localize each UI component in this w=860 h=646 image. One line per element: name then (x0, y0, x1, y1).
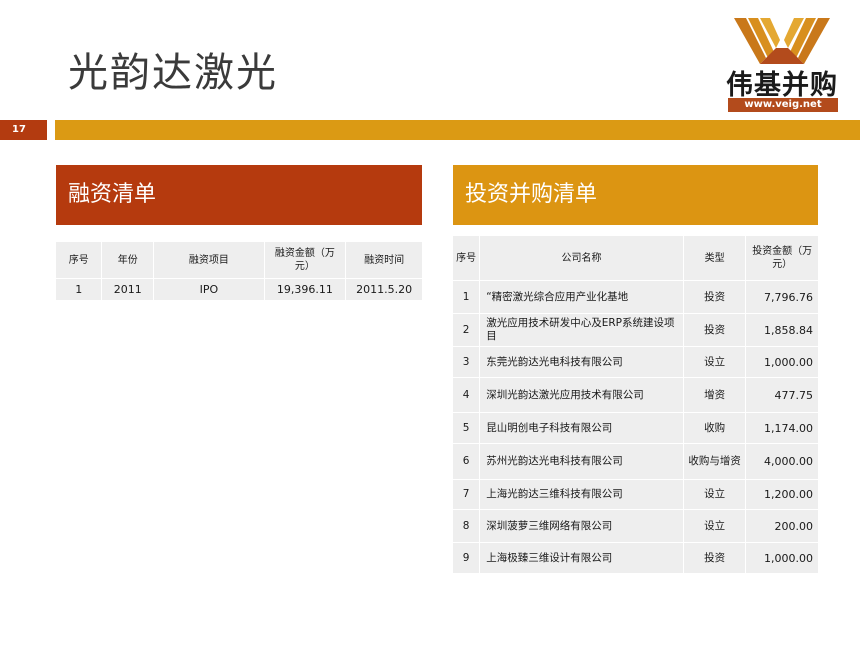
cell-index: 5 (451, 412, 481, 444)
logo-url-text: www.veig.net (728, 98, 838, 112)
cell-index: 1 (54, 278, 103, 301)
cell-amount: 1,200.00 (745, 479, 819, 510)
cell-index: 2 (451, 313, 481, 347)
table-row: 1 “精密激光综合应用产业化基地 投资 7,796.76 (451, 280, 819, 314)
cell-index: 3 (451, 346, 481, 378)
cell-date: 2011.5.20 (345, 278, 423, 301)
table-row: 4 深圳光韵达激光应用技术有限公司 增资 477.75 (451, 377, 819, 413)
cell-company: “精密激光综合应用产业化基地 (479, 280, 684, 314)
table-row: 2 激光应用技术研发中心及ERP系统建设项目 投资 1,858.84 (451, 313, 819, 347)
cell-type: 收购 (682, 412, 747, 444)
cell-type: 设立 (682, 479, 747, 510)
col-header-type: 类型 (682, 235, 747, 281)
cell-amount: 477.75 (745, 377, 819, 413)
cell-amount: 1,858.84 (745, 313, 819, 347)
col-header-index: 序号 (451, 235, 481, 281)
table-row: 6 苏州光韵达光电科技有限公司 收购与增资 4,000.00 (451, 443, 819, 480)
col-header-amount: 投资金额（万元） (745, 235, 819, 281)
table-header-row: 序号 公司名称 类型 投资金额（万元） (451, 235, 819, 281)
cell-type: 设立 (682, 509, 747, 543)
header-divider-bar (55, 120, 860, 140)
cell-year: 2011 (101, 278, 155, 301)
col-header-company: 公司名称 (479, 235, 684, 281)
col-header-year: 年份 (101, 241, 155, 279)
cell-company: 上海光韵达三维科技有限公司 (479, 479, 684, 510)
table-row: 3 东莞光韵达光电科技有限公司 设立 1,000.00 (451, 346, 819, 378)
cell-company: 深圳菠萝三维网络有限公司 (479, 509, 684, 543)
page-number: 17 (0, 120, 47, 140)
logo-brand-text: 伟基并购 (726, 70, 838, 101)
cell-index: 7 (451, 479, 481, 510)
table-header-row: 序号 年份 融资项目 融资金额（万元） 融资时间 (54, 241, 423, 279)
investment-table: 序号 公司名称 类型 投资金额（万元） 1 “精密激光综合应用产业化基地 投资 … (451, 235, 819, 574)
cell-company: 昆山明创电子科技有限公司 (479, 412, 684, 444)
cell-amount: 4,000.00 (745, 443, 819, 480)
cell-index: 4 (451, 377, 481, 413)
cell-index: 8 (451, 509, 481, 543)
cell-index: 6 (451, 443, 481, 480)
cell-type: 投资 (682, 280, 747, 314)
cell-project: IPO (153, 278, 265, 301)
financing-list-heading: 融资清单 (56, 165, 422, 225)
cell-type: 增资 (682, 377, 747, 413)
cell-type: 投资 (682, 542, 747, 574)
investment-list-heading: 投资并购清单 (453, 165, 818, 225)
cell-company: 东莞光韵达光电科技有限公司 (479, 346, 684, 378)
cell-company: 激光应用技术研发中心及ERP系统建设项目 (479, 313, 684, 347)
cell-amount: 1,000.00 (745, 346, 819, 378)
col-header-date: 融资时间 (345, 241, 423, 279)
cell-company: 苏州光韵达光电科技有限公司 (479, 443, 684, 480)
logo-chevron-icon (734, 18, 830, 64)
cell-type: 设立 (682, 346, 747, 378)
col-header-project: 融资项目 (153, 241, 265, 279)
cell-amount: 19,396.11 (263, 278, 347, 301)
brand-logo: 伟基并购 www.veig.net (722, 18, 842, 114)
cell-amount: 1,000.00 (745, 542, 819, 574)
cell-type: 投资 (682, 313, 747, 347)
table-row: 1 2011 IPO 19,396.11 2011.5.20 (54, 278, 423, 301)
cell-amount: 200.00 (745, 509, 819, 543)
cell-company: 深圳光韵达激光应用技术有限公司 (479, 377, 684, 413)
cell-index: 1 (451, 280, 481, 314)
col-header-amount: 融资金额（万元） (263, 241, 347, 279)
table-row: 9 上海极臻三维设计有限公司 投资 1,000.00 (451, 542, 819, 574)
page-title: 光韵达激光 (68, 50, 278, 96)
cell-amount: 7,796.76 (745, 280, 819, 314)
cell-index: 9 (451, 542, 481, 574)
cell-type: 收购与增资 (682, 443, 747, 480)
table-row: 7 上海光韵达三维科技有限公司 设立 1,200.00 (451, 479, 819, 510)
col-header-index: 序号 (54, 241, 103, 279)
financing-table: 序号 年份 融资项目 融资金额（万元） 融资时间 1 2011 IPO 19,3… (54, 241, 423, 301)
cell-amount: 1,174.00 (745, 412, 819, 444)
table-row: 5 昆山明创电子科技有限公司 收购 1,174.00 (451, 412, 819, 444)
cell-company: 上海极臻三维设计有限公司 (479, 542, 684, 574)
table-row: 8 深圳菠萝三维网络有限公司 设立 200.00 (451, 509, 819, 543)
